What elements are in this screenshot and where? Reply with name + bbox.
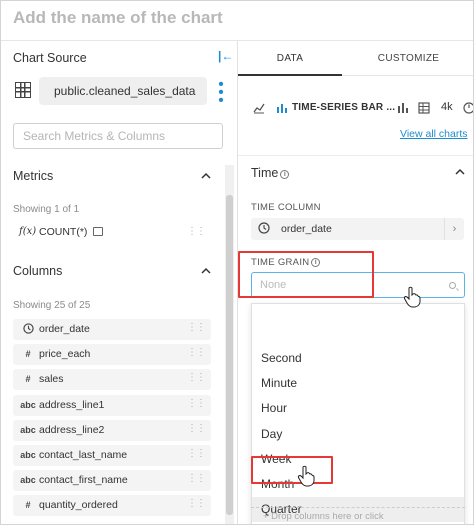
chart-title[interactable]: Add the name of the chart bbox=[13, 8, 223, 28]
column-name: sales bbox=[39, 373, 64, 386]
gauge-icon[interactable] bbox=[463, 102, 474, 114]
time-grain-input[interactable] bbox=[251, 272, 465, 298]
drag-handle-icon[interactable]: ⋮⋮ bbox=[187, 226, 206, 237]
column-item-address-line1[interactable]: abc address_line1 ⋮⋮ bbox=[13, 394, 211, 416]
tab-customize[interactable]: CUSTOMIZE bbox=[342, 41, 473, 76]
column-name: quantity_ordered bbox=[39, 499, 118, 512]
time-grain-option-day[interactable]: Day bbox=[252, 422, 464, 447]
scrollbar[interactable] bbox=[225, 165, 234, 524]
metric-label: COUNT(*) bbox=[39, 226, 88, 238]
column-item-contact-first-name[interactable]: abc contact_first_name ⋮⋮ bbox=[13, 470, 211, 492]
column-item-address-line2[interactable]: abc address_line2 ⋮⋮ bbox=[13, 419, 211, 441]
chart-source-label: Chart Source bbox=[13, 51, 87, 65]
calculator-icon bbox=[93, 227, 103, 236]
time-grain-option-second[interactable]: Second bbox=[252, 346, 464, 371]
column-item-contact-last-name[interactable]: abc contact_last_name ⋮⋮ bbox=[13, 445, 211, 466]
scrollbar-thumb[interactable] bbox=[226, 195, 233, 515]
column-name: address_line2 bbox=[39, 423, 105, 436]
time-grain-option-hour[interactable]: Hour bbox=[252, 396, 464, 421]
chevron-right-icon[interactable]: › bbox=[444, 218, 464, 240]
time-grain-label: TIME GRAIN i bbox=[251, 257, 321, 268]
kebab-menu-icon[interactable]: • • • bbox=[217, 77, 225, 108]
metrics-count: Showing 1 of 1 bbox=[13, 204, 80, 215]
search-metrics-columns-input[interactable] bbox=[13, 123, 223, 149]
time-grain-dropdown: SecondMinuteHourDayWeekMonthQuarterYear bbox=[251, 303, 465, 524]
column-item-quantity-ordered[interactable]: # quantity_ordered ⋮⋮ bbox=[13, 495, 211, 517]
metrics-section-title[interactable]: Metrics bbox=[13, 169, 53, 183]
datasource-row: public.cleaned_sales_data • • • bbox=[13, 77, 228, 108]
divider bbox=[238, 155, 473, 156]
time-column-value: order_date bbox=[281, 223, 332, 235]
column-name: address_line1 bbox=[39, 398, 105, 411]
info-icon[interactable]: i bbox=[280, 170, 290, 179]
time-grain-option-week[interactable]: Week bbox=[252, 447, 464, 472]
string-type-icon: abc bbox=[20, 399, 36, 410]
column-item-price-each[interactable]: # price_each ⋮⋮ bbox=[13, 344, 211, 366]
table-grid-icon bbox=[15, 82, 31, 98]
drag-handle-icon[interactable]: ⋮⋮ bbox=[187, 473, 206, 484]
string-type-icon: abc bbox=[20, 424, 36, 435]
drag-handle-icon[interactable]: ⋮⋮ bbox=[187, 448, 206, 459]
info-icon[interactable]: i bbox=[311, 258, 321, 267]
columns-count: Showing 25 of 25 bbox=[13, 300, 91, 311]
column-name: contact_first_name bbox=[39, 474, 128, 487]
chart-header: Add the name of the chart bbox=[1, 1, 473, 41]
collapse-left-icon[interactable]: |← bbox=[218, 49, 233, 63]
time-grain-option-minute[interactable]: Minute bbox=[252, 371, 464, 396]
drag-handle-icon[interactable]: ⋮⋮ bbox=[187, 372, 206, 383]
column-item-order-date[interactable]: order_date ⋮⋮ bbox=[13, 319, 211, 340]
drag-handle-icon[interactable]: ⋮⋮ bbox=[187, 398, 206, 409]
numeric-type-icon: # bbox=[25, 374, 31, 385]
line-chart-icon[interactable] bbox=[253, 102, 265, 114]
chart-builder: Add the name of the chart Chart Source |… bbox=[0, 0, 474, 525]
tab-data[interactable]: DATA bbox=[238, 41, 342, 76]
column-name: price_each bbox=[39, 348, 91, 361]
table-icon[interactable] bbox=[418, 102, 430, 114]
view-all-charts-link[interactable]: View all charts bbox=[400, 128, 468, 140]
selected-viz-type[interactable]: TIME-SERIES BAR ... bbox=[292, 102, 395, 113]
chevron-up-icon[interactable] bbox=[201, 171, 211, 181]
clock-icon bbox=[19, 323, 37, 336]
column-name: order_date bbox=[39, 323, 90, 335]
drop-columns-zone[interactable]: + Drop columns here or click bbox=[251, 507, 465, 524]
drag-handle-icon[interactable]: ⋮⋮ bbox=[187, 498, 206, 509]
search-icon bbox=[449, 282, 456, 289]
time-column-label: TIME COLUMN bbox=[251, 202, 321, 213]
clock-icon bbox=[258, 222, 270, 234]
big-number-viz[interactable]: 4k bbox=[441, 101, 453, 113]
time-column-select[interactable]: order_date › bbox=[251, 218, 464, 240]
control-panel: DATA CUSTOMIZE TIME-SERIES BAR ... 4k Vi… bbox=[238, 41, 474, 524]
bar-chart-small-icon[interactable] bbox=[397, 102, 409, 114]
chevron-up-icon[interactable] bbox=[455, 167, 465, 177]
function-icon: f(x) bbox=[19, 226, 37, 237]
viz-type-row: TIME-SERIES BAR ... 4k bbox=[250, 99, 474, 119]
time-grain-option-month[interactable]: Month bbox=[252, 472, 464, 497]
metric-item[interactable]: f(x) COUNT(*) ⋮⋮ bbox=[13, 223, 211, 243]
drag-handle-icon[interactable]: ⋮⋮ bbox=[187, 423, 206, 434]
string-type-icon: abc bbox=[20, 475, 36, 486]
datasource-panel: Chart Source |← public.cleaned_sales_dat… bbox=[1, 41, 238, 524]
string-type-icon: abc bbox=[20, 450, 36, 460]
chevron-up-icon[interactable] bbox=[201, 266, 211, 276]
datasource-name[interactable]: public.cleaned_sales_data bbox=[39, 77, 207, 105]
bar-chart-icon[interactable] bbox=[276, 102, 288, 114]
time-title-text: Time bbox=[251, 166, 279, 180]
column-name: contact_last_name bbox=[39, 449, 128, 461]
columns-section-title[interactable]: Columns bbox=[13, 264, 62, 278]
numeric-type-icon: # bbox=[25, 349, 31, 360]
column-item-sales[interactable]: # sales ⋮⋮ bbox=[13, 369, 211, 391]
drag-handle-icon[interactable]: ⋮⋮ bbox=[187, 322, 206, 333]
time-section-title[interactable]: Time i bbox=[251, 166, 290, 180]
numeric-type-icon: # bbox=[25, 500, 31, 511]
drag-handle-icon[interactable]: ⋮⋮ bbox=[187, 347, 206, 358]
time-grain-label-text: TIME GRAIN bbox=[251, 257, 310, 268]
